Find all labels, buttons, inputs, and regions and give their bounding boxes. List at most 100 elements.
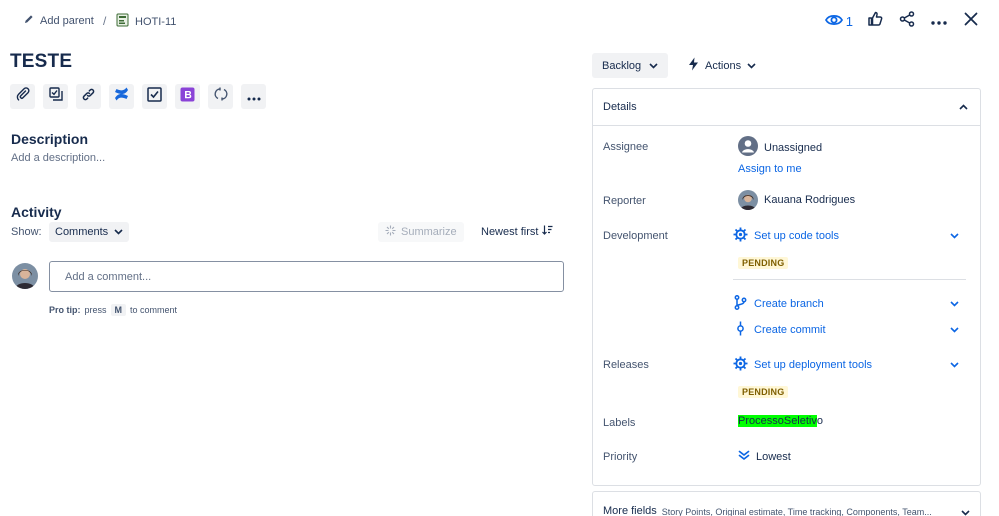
activity-filter-dropdown[interactable]: Comments bbox=[49, 222, 130, 242]
comment-placeholder: Add a comment... bbox=[65, 270, 152, 283]
loop-icon bbox=[214, 87, 228, 106]
setup-deployment-tools-label: Set up deployment tools bbox=[754, 359, 873, 371]
pencil-icon bbox=[24, 14, 34, 27]
details-heading: Details bbox=[603, 101, 637, 113]
commit-icon bbox=[733, 321, 748, 339]
more-fields-heading: More fields bbox=[603, 505, 657, 516]
actions-dropdown[interactable]: Actions bbox=[680, 53, 764, 78]
like-button[interactable] bbox=[865, 11, 885, 31]
priority-value: Lowest bbox=[756, 451, 791, 463]
create-branch-chevron[interactable] bbox=[948, 298, 960, 310]
pro-tip-key: M bbox=[110, 304, 127, 316]
chevron-down-icon bbox=[114, 226, 123, 238]
summarize-button[interactable]: Summarize bbox=[378, 222, 464, 242]
priority-label: Priority bbox=[603, 451, 638, 463]
priority-lowest-icon bbox=[738, 450, 750, 464]
reporter-avatar bbox=[738, 190, 758, 210]
share-icon bbox=[899, 10, 915, 32]
label-tag-rest: o bbox=[816, 415, 823, 427]
unassigned-avatar-icon bbox=[738, 136, 758, 159]
link-icon bbox=[81, 87, 96, 107]
loop-button[interactable] bbox=[208, 84, 233, 109]
labels-label: Labels bbox=[603, 417, 636, 429]
thumbs-up-icon bbox=[867, 11, 883, 32]
issue-key: HOTI-11 bbox=[135, 15, 177, 28]
development-label: Development bbox=[603, 230, 668, 242]
more-actions-button[interactable] bbox=[929, 11, 949, 31]
details-header[interactable]: Details bbox=[593, 89, 980, 126]
issue-toolbar bbox=[10, 84, 266, 109]
close-icon bbox=[964, 12, 978, 31]
pro-tip-prefix: Pro tip: bbox=[49, 305, 81, 315]
create-branch-link[interactable]: Create branch bbox=[733, 295, 824, 313]
story-type-icon bbox=[116, 13, 129, 30]
attach-button[interactable] bbox=[10, 84, 35, 109]
share-button[interactable] bbox=[897, 10, 917, 32]
label-tag[interactable]: ProcessoSeletivo bbox=[738, 415, 823, 427]
status-dropdown[interactable]: Backlog bbox=[592, 53, 669, 78]
releases-pending-lozenge: PENDING bbox=[738, 386, 789, 398]
pro-tip-press: press bbox=[84, 305, 107, 315]
eye-icon bbox=[824, 13, 843, 30]
more-fields-panel[interactable]: More fields Story Points, Original estim… bbox=[592, 491, 981, 516]
checklist-icon bbox=[147, 86, 162, 107]
close-button[interactable] bbox=[961, 11, 981, 31]
issue-key-link[interactable]: HOTI-11 bbox=[116, 13, 176, 30]
setup-deployment-tools-link[interactable]: Set up deployment tools bbox=[733, 356, 872, 374]
releases-expand-chevron[interactable] bbox=[948, 359, 960, 371]
chevron-down-icon bbox=[949, 362, 959, 368]
create-commit-label: Create commit bbox=[754, 324, 826, 336]
add-parent-button[interactable]: Add parent bbox=[24, 14, 94, 27]
issue-title[interactable]: TESTE bbox=[10, 51, 72, 73]
sort-order-button[interactable]: Newest first bbox=[481, 225, 553, 238]
gear-icon bbox=[733, 227, 748, 245]
pro-tip: Pro tip: press M to comment bbox=[49, 304, 177, 316]
sort-label: Newest first bbox=[481, 225, 539, 238]
issue-top-actions: 1 bbox=[824, 10, 981, 32]
app-icon bbox=[180, 87, 195, 107]
actions-label: Actions bbox=[705, 59, 742, 72]
status-label: Backlog bbox=[602, 59, 642, 72]
more-icon bbox=[247, 88, 261, 106]
assignee-label: Assignee bbox=[603, 141, 649, 153]
watch-button[interactable]: 1 bbox=[824, 13, 853, 30]
chevron-up-icon bbox=[959, 101, 968, 113]
create-commit-link[interactable]: Create commit bbox=[733, 321, 826, 339]
watch-count: 1 bbox=[845, 13, 853, 29]
chevron-down-icon bbox=[949, 327, 959, 333]
assign-to-me-link[interactable]: Assign to me bbox=[738, 163, 802, 175]
reporter-field[interactable]: Kauana Rodrigues bbox=[738, 190, 855, 210]
priority-field[interactable]: Lowest bbox=[738, 450, 791, 464]
comment-input[interactable]: Add a comment... bbox=[49, 261, 564, 292]
ellipsis-icon bbox=[931, 12, 947, 30]
activity-heading: Activity bbox=[11, 204, 62, 220]
attachment-icon bbox=[16, 87, 30, 106]
reporter-value: Kauana Rodrigues bbox=[764, 194, 856, 206]
checklist-button[interactable] bbox=[142, 84, 167, 109]
pro-tip-suffix: to comment bbox=[130, 305, 178, 315]
assignee-field[interactable]: Unassigned bbox=[738, 136, 822, 159]
development-pending-lozenge: PENDING bbox=[738, 257, 789, 269]
development-divider bbox=[733, 279, 966, 280]
create-commit-chevron[interactable] bbox=[948, 324, 960, 336]
setup-code-tools-link[interactable]: Set up code tools bbox=[733, 227, 839, 245]
sort-icon bbox=[542, 225, 553, 238]
lightning-icon bbox=[688, 57, 699, 74]
more-toolbar-button[interactable] bbox=[241, 84, 266, 109]
branch-icon bbox=[733, 295, 748, 313]
confluence-button[interactable] bbox=[109, 84, 134, 109]
summarize-label: Summarize bbox=[401, 226, 457, 238]
app-button[interactable] bbox=[175, 84, 200, 109]
sparkle-icon bbox=[385, 225, 396, 239]
chevron-down-icon bbox=[949, 301, 959, 307]
releases-label: Releases bbox=[603, 359, 649, 371]
add-subtask-button[interactable] bbox=[43, 84, 68, 109]
description-placeholder[interactable]: Add a description... bbox=[11, 152, 105, 164]
description-heading: Description bbox=[11, 131, 89, 147]
assignee-value: Unassigned bbox=[764, 141, 823, 154]
link-issue-button[interactable] bbox=[76, 84, 101, 109]
show-label: Show: bbox=[11, 226, 42, 238]
setup-code-tools-label: Set up code tools bbox=[754, 230, 840, 242]
development-expand-chevron[interactable] bbox=[948, 230, 960, 242]
gear-icon bbox=[733, 356, 748, 374]
